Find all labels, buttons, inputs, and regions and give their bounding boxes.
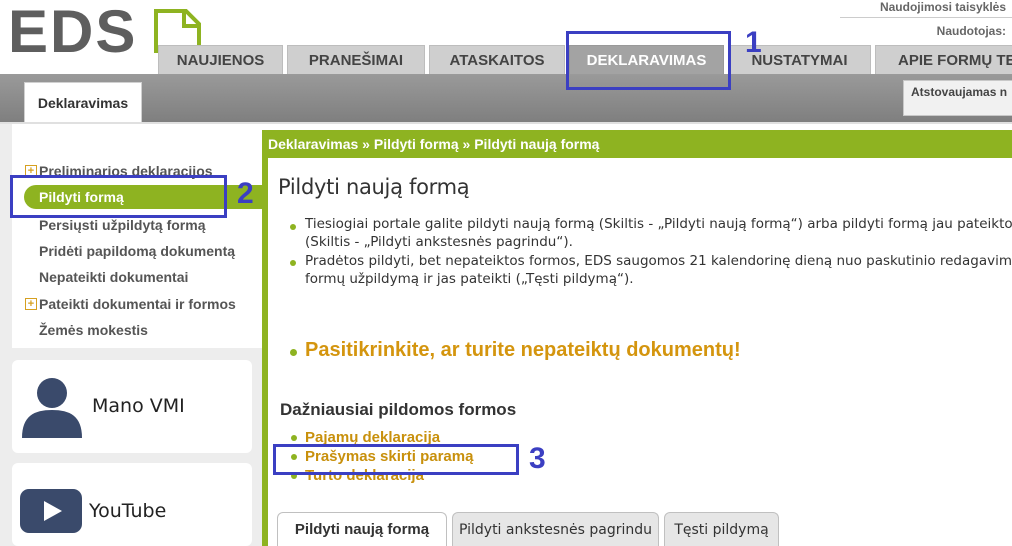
youtube-card[interactable]: YouTube [12,463,252,546]
bullet-icon [291,435,297,441]
sidebar-item-persiusti[interactable]: Persiųsti užpildytą formą [39,217,205,233]
sidebar-nav [12,124,262,348]
tab-testi-pildyma[interactable]: Tęsti pildymą [664,512,779,546]
info-paragraph-1-line2: (Skiltis - „Pildyti ankstesnės pagrindu“… [305,234,573,250]
header: EDS Naudojimosi taisyklės Naudotojas: NA… [0,0,1012,74]
bullet-icon [290,349,297,356]
expand-icon[interactable]: + [25,298,37,310]
page-title: Pildyti naują formą [278,175,470,199]
user-label: Naudotojas: [936,24,1006,38]
annotation-number-2: 2 [237,177,254,210]
bullet-icon [290,224,296,230]
subtab-deklaravimas[interactable]: Deklaravimas [24,82,142,122]
logo-text: EDS [8,5,137,57]
youtube-label: YouTube [89,500,167,522]
sidebar-item-zemes-mokestis[interactable]: Žemės mokestis [39,322,148,338]
annotation-box-3 [273,444,519,475]
info-paragraph-1-line1: Tiesiogiai portale galite pildyti naują … [305,216,1012,232]
tab-pildyti-ankstesnes[interactable]: Pildyti ankstesnės pagrindu [452,512,659,546]
frequent-forms-heading: Dažniausiai pildomos formos [280,400,517,419]
info-paragraph-2-line1: Pradėtos pildyti, bet nepateiktos formos… [305,253,1012,269]
annotation-box-1 [566,31,731,90]
breadcrumb[interactable]: Deklaravimas » Pildyti formą » Pildyti n… [268,136,599,152]
mano-vmi-card[interactable]: Mano VMI [12,360,252,453]
sidebar-item-prideti[interactable]: Pridėti papildomą dokumentą [39,243,235,259]
mano-vmi-label: Mano VMI [92,395,185,417]
annotation-number-3: 3 [529,442,546,475]
sidebar-item-nepateikti[interactable]: Nepateikti dokumentai [39,269,188,285]
info-paragraph-2-line2: formų užpildymą ir jas pateikti („Tęsti … [305,271,634,287]
play-icon [20,489,82,533]
annotation-box-2 [10,175,227,218]
user-icon [22,378,82,438]
unsubmitted-docs-link[interactable]: Pasitikrinkite, ar turite nepateiktų dok… [305,339,741,362]
representing-selector[interactable]: Atstovaujamas n [903,80,1012,116]
bullet-icon [290,260,296,266]
top-divider [840,17,1012,18]
tab-pranesimai[interactable]: PRANEŠIMAI [287,45,425,74]
tab-naujienos[interactable]: NAUJIENOS [158,45,283,74]
sidebar-item-pateikti[interactable]: Pateikti dokumentai ir formos [39,296,236,312]
tab-ataskaitos[interactable]: ATASKAITOS [429,45,565,74]
tab-apie-formu-teikima[interactable]: APIE FORMŲ TEIKIMĄ [875,45,1012,74]
tab-pildyti-nauja[interactable]: Pildyti naują formą [277,512,447,546]
annotation-number-1: 1 [745,26,762,59]
subnav-band [0,74,1012,122]
usage-rules-link[interactable]: Naudojimosi taisyklės [880,0,1006,14]
